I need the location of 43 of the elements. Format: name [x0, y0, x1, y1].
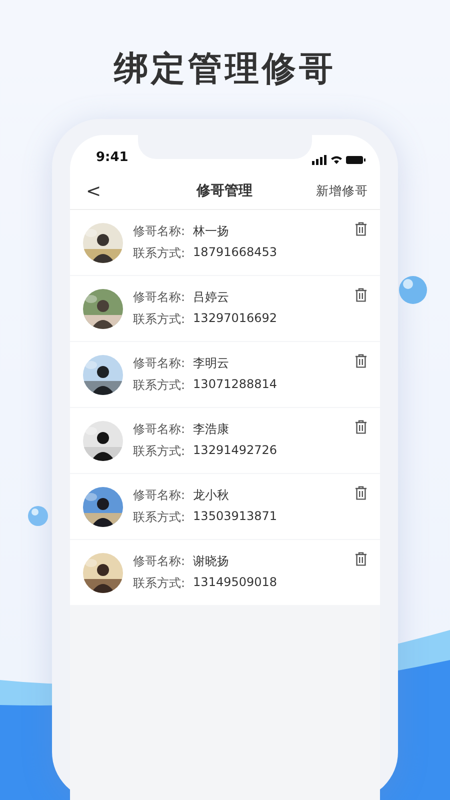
delete-icon[interactable] [355, 420, 367, 434]
status-time: 9:41 [96, 150, 128, 166]
add-button[interactable]: 新增修哥 [316, 182, 368, 200]
phone-value: 13291492726 [193, 443, 278, 460]
list-row[interactable]: 修哥名称: 林一扬 联系方式: 18791668453 [70, 210, 380, 276]
phone-value: 13503913871 [193, 509, 278, 526]
delete-icon[interactable] [355, 486, 367, 500]
name-label: 修哥名称: [133, 553, 186, 570]
name-label: 修哥名称: [133, 223, 186, 240]
status-icons-drawing [312, 155, 366, 166]
back-button[interactable]: < [82, 180, 106, 202]
list-row[interactable]: 修哥名称: 李明云 联系方式: 13071288814 [70, 342, 380, 408]
page-title: 修哥管理 [196, 182, 253, 200]
delete-icon[interactable] [355, 288, 367, 302]
headline: 绑定管理修哥 [114, 48, 336, 91]
phone-label: 联系方式: [133, 245, 186, 262]
phone-label: 联系方式: [133, 509, 186, 526]
list-row[interactable]: 修哥名称: 吕婷云 联系方式: 13297016692 [70, 276, 380, 342]
phone-label: 联系方式: [133, 443, 186, 460]
phone-value: 13297016692 [193, 311, 278, 328]
phone-label: 联系方式: [133, 311, 186, 328]
delete-icon[interactable] [355, 354, 367, 368]
phone-label: 联系方式: [133, 575, 186, 592]
name-value: 谢晓扬 [193, 553, 230, 570]
phone-value: 18791668453 [193, 245, 278, 262]
list-row[interactable]: 修哥名称: 李浩康 联系方式: 13291492726 [70, 408, 380, 474]
phone-value: 13071288814 [193, 377, 278, 394]
name-value: 林一扬 [193, 223, 230, 240]
name-label: 修哥名称: [133, 289, 186, 306]
delete-icon[interactable] [355, 552, 367, 566]
list-row[interactable]: 修哥名称: 谢晓扬 联系方式: 13149509018 [70, 540, 380, 606]
name-value: 李明云 [193, 355, 230, 372]
bubble-drawing [27, 505, 49, 527]
list-row[interactable]: 修哥名称: 龙小秋 联系方式: 13503913871 [70, 474, 380, 540]
delete-icon[interactable] [355, 222, 367, 236]
name-value: 吕婷云 [193, 289, 230, 306]
name-value: 龙小秋 [193, 487, 230, 504]
name-value: 李浩康 [193, 421, 230, 438]
phone-label: 联系方式: [133, 377, 186, 394]
name-label: 修哥名称: [133, 421, 186, 438]
name-label: 修哥名称: [133, 355, 186, 372]
name-label: 修哥名称: [133, 487, 186, 504]
phone-value: 13149509018 [193, 575, 278, 592]
